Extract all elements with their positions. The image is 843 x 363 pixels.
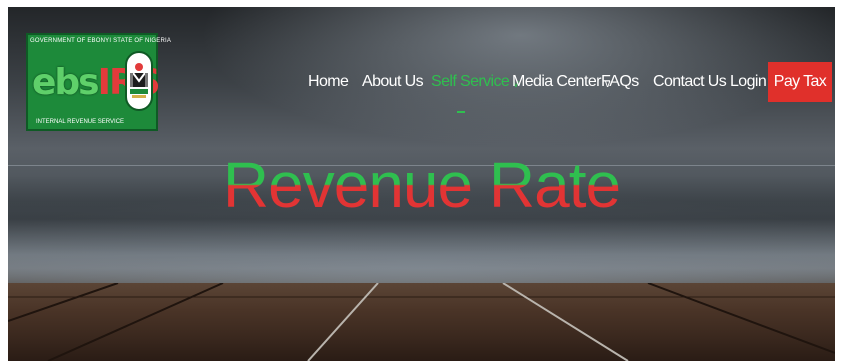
page-title-text: Revenue Rate bbox=[222, 149, 621, 221]
nav-media-center-label: Media Center bbox=[512, 73, 601, 90]
active-nav-indicator bbox=[457, 111, 465, 113]
floor-planks bbox=[8, 283, 835, 361]
nav-login[interactable]: Login bbox=[730, 65, 767, 99]
wooden-floor bbox=[8, 283, 835, 361]
nav-self-service[interactable]: Self Service v bbox=[431, 65, 519, 99]
pay-tax-button[interactable]: Pay Tax bbox=[768, 62, 832, 102]
nav-self-service-label: Self Service bbox=[431, 73, 510, 90]
nav-contact-us[interactable]: Contact Us bbox=[653, 65, 727, 99]
nav-about-us[interactable]: About Us bbox=[362, 65, 424, 99]
hero-banner: GOVERNMENT OF EBONYI STATE OF NIGERIA eb… bbox=[8, 7, 835, 361]
main-navigation: Home About Us Self Service v Media Center… bbox=[8, 7, 835, 127]
nav-media-center[interactable]: Media Center v bbox=[512, 65, 610, 99]
nav-faqs[interactable]: FAQs bbox=[601, 65, 639, 99]
page-title: Revenue Rate bbox=[8, 145, 835, 225]
nav-home[interactable]: Home bbox=[308, 65, 349, 99]
